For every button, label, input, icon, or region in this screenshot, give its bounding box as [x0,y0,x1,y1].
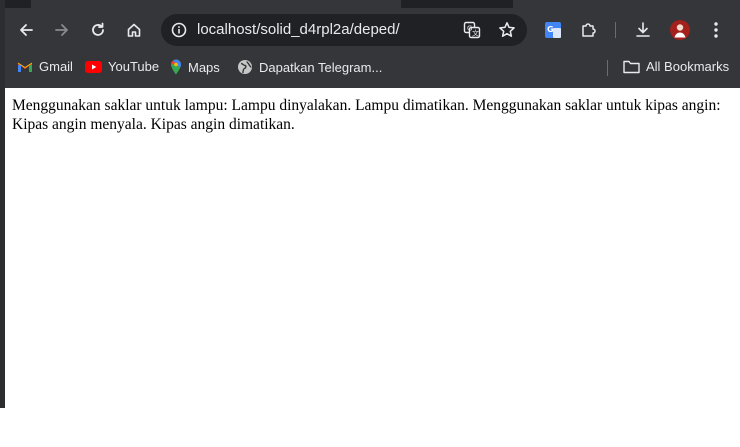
forward-button[interactable] [47,15,77,45]
more-vert-icon [714,22,718,38]
arrow-right-icon [55,24,68,36]
tab-other[interactable] [513,0,740,8]
youtube-icon [85,60,102,73]
back-button[interactable] [11,15,41,45]
google-translate-icon: G [545,22,561,38]
reload-icon [92,22,104,36]
browser-chrome: localhost/solid_d4rpl2a/deped/ G 文 G Gma… [5,0,740,88]
bookmark-youtube[interactable]: YouTube [85,59,159,74]
reload-button[interactable] [83,15,113,45]
profile-button[interactable] [665,15,695,45]
bookmark-label: YouTube [108,59,160,74]
bookmark-label: Maps [188,59,220,75]
bookmarks-bar: Gmail YouTube Maps Dapatkan Telegram... … [5,52,740,82]
bookmark-telegram[interactable]: Dapatkan Telegram... [237,59,382,75]
puzzle-icon [582,23,596,37]
toolbar-divider [615,22,616,38]
translate-icon[interactable]: G 文 [463,21,481,39]
tab-strip [5,0,740,8]
svg-text:文: 文 [472,29,479,38]
home-button[interactable] [119,15,149,45]
download-icon [636,22,650,37]
body-text: Menggunakan saklar untuk lampu: Lampu di… [12,97,721,133]
gmail-icon [17,62,33,72]
bookmark-gmail[interactable]: Gmail [17,59,73,74]
site-info-icon[interactable] [171,22,187,38]
globe-icon [238,60,252,74]
active-tab[interactable] [31,0,401,8]
page-bottom-area [0,408,740,447]
bookmark-label: Gmail [39,59,73,74]
downloads-button[interactable] [628,15,658,45]
extensions-button[interactable] [574,15,604,45]
home-icon [127,23,141,37]
maps-icon [171,59,181,75]
bookmark-label: Dapatkan Telegram... [259,59,383,75]
google-translate-extension-button[interactable]: G [538,15,568,45]
avatar [670,20,690,40]
bookmark-maps[interactable]: Maps [170,59,220,75]
page-content: Menggunakan saklar untuk lampu: Lampu di… [5,88,740,408]
menu-button[interactable] [701,15,731,45]
address-bar[interactable]: localhost/solid_d4rpl2a/deped/ G 文 [161,14,527,46]
bookmarks-divider [607,60,608,76]
arrow-left-icon [20,24,33,36]
svg-text:G: G [547,25,554,34]
url-text[interactable]: localhost/solid_d4rpl2a/deped/ [197,21,400,38]
folder-icon [623,60,640,73]
all-bookmarks-button[interactable]: All Bookmarks [623,59,729,74]
bookmark-star-icon[interactable] [498,21,516,39]
all-bookmarks-label: All Bookmarks [646,59,730,74]
